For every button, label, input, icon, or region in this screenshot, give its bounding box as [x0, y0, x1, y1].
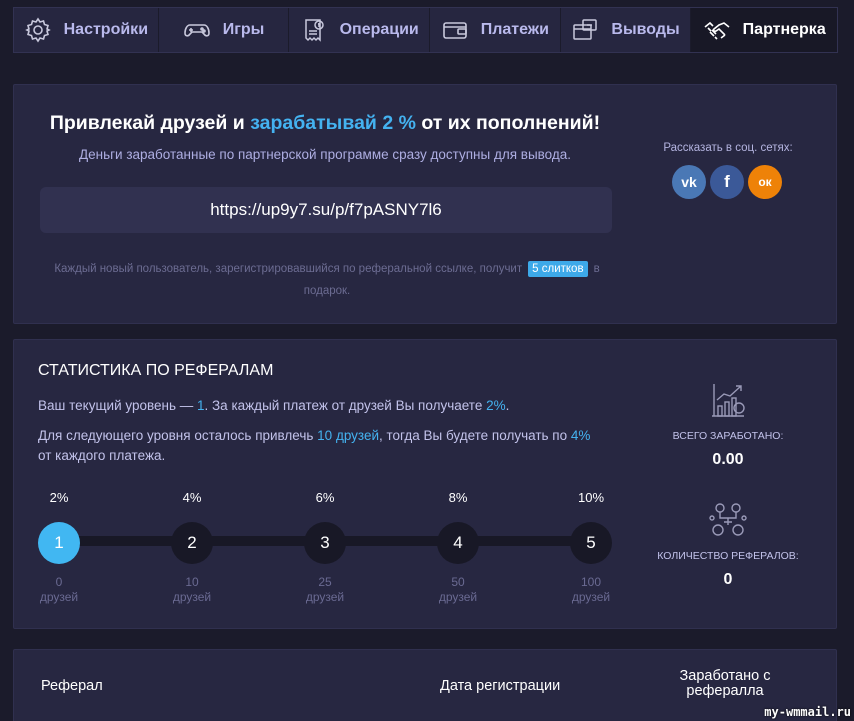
tab-games[interactable]: Игры [159, 8, 290, 52]
level-circle: 2 [171, 522, 213, 564]
tab-settings[interactable]: Настройки [14, 8, 159, 52]
level-circle: 1 [38, 522, 80, 564]
odnoklassniki-share-button[interactable]: ок [748, 165, 782, 199]
gamepad-icon [183, 24, 210, 37]
total-earned-value: 0.00 [712, 451, 744, 468]
total-earned-block: ВСЕГО ЗАРАБОТАНО: 0.00 [648, 380, 808, 469]
facebook-icon: f [724, 172, 730, 191]
gear-icon [24, 17, 51, 43]
level-progress: 2% 1 0 друзей 4% 2 10 друзей 6% 3 25 друзей… [14, 490, 634, 610]
social-share-title: Рассказать в соц. сетях: [663, 142, 793, 154]
promo-note: Каждый новый пользователь, зарегистриров… [54, 261, 600, 297]
tab-settings-label: Настройки [63, 21, 149, 38]
level-step: 6% 3 25 друзей [304, 490, 346, 604]
stats-title: СТАТИСТИКА ПО РЕФЕРАЛАМ [38, 362, 274, 379]
level-circle: 5 [570, 522, 612, 564]
promo-headline: Привлекай друзей и зарабатывай 2 % от их… [49, 112, 601, 134]
current-level-text: Ваш текущий уровень — 1. За каждый плате… [38, 398, 510, 413]
referral-link-box[interactable]: https://up9y7.su/p/f7pASNY7l6 [40, 187, 612, 233]
account-tabs: Настройки Игры Операции Платежи Выводы П… [13, 7, 838, 53]
tab-partner-label: Партнерка [742, 21, 826, 38]
referrals-table: Реферал Дата регистрации Заработано с реф… [13, 649, 837, 721]
level-circle: 3 [304, 522, 346, 564]
tab-withdrawals-label: Выводы [611, 21, 680, 38]
referral-count-value: 0 [723, 571, 733, 588]
column-header-referral: Реферал [41, 678, 103, 694]
watermark: my-wmmail.ru [764, 705, 851, 719]
level-step: 2% 1 0 друзей [38, 490, 80, 604]
referral-count-block: КОЛИЧЕСТВО РЕФЕРАЛОВ: 0 [648, 500, 808, 589]
tab-games-label: Игры [222, 21, 265, 38]
referral-stats-panel: СТАТИСТИКА ПО РЕФЕРАЛАМ Ваш текущий уров… [13, 339, 837, 629]
facebook-share-button[interactable]: f [710, 165, 744, 199]
growth-chart-icon [712, 384, 745, 417]
gift-badge: 5 слитков [528, 261, 588, 277]
promo-subline: Деньги заработанные по партнерской прогр… [78, 147, 572, 162]
odnoklassniki-icon: ок [758, 175, 772, 189]
tab-payments-label: Платежи [480, 21, 549, 38]
total-earned-label: ВСЕГО ЗАРАБОТАНО: [672, 430, 784, 442]
vk-icon: vk [681, 174, 697, 190]
next-level-text: Для следующего уровня осталось привлечь … [38, 428, 591, 463]
vk-share-button[interactable]: vk [672, 165, 706, 199]
receipt-icon [304, 19, 324, 42]
tab-operations-label: Операции [339, 21, 419, 38]
column-header-registration-date: Дата регистрации [440, 678, 561, 694]
level-circle: 4 [437, 522, 479, 564]
social-share-buttons: vk f ок [672, 165, 782, 199]
level-step: 4% 2 10 друзей [171, 490, 213, 604]
referral-promo-panel: Привлекай друзей и зарабатывай 2 % от их… [13, 84, 837, 324]
tab-payments[interactable]: Платежи [430, 8, 561, 52]
referral-count-label: КОЛИЧЕСТВО РЕФЕРАЛОВ: [657, 550, 799, 562]
tab-operations[interactable]: Операции [289, 8, 430, 52]
wallet-icon [442, 22, 467, 39]
handshake-icon [704, 21, 730, 40]
column-header-earned: Заработано с рефералла [679, 668, 771, 699]
withdraw-icon [573, 19, 598, 40]
level-step: 10% 5 100 друзей [570, 490, 612, 604]
tab-partner[interactable]: Партнерка [691, 8, 838, 52]
level-step: 8% 4 50 друзей [437, 490, 479, 604]
referral-link[interactable]: https://up9y7.su/p/f7pASNY7l6 [210, 200, 442, 220]
referral-network-icon [709, 503, 747, 536]
tab-withdrawals[interactable]: Выводы [561, 8, 692, 52]
